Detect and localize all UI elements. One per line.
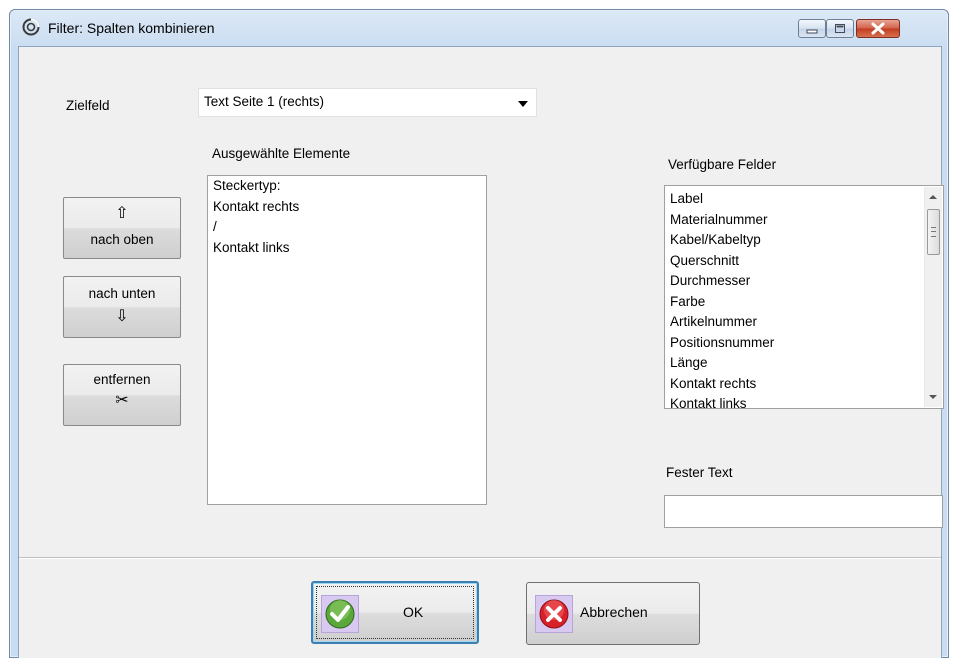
selected-elements-header: Ausgewählte Elemente [212,146,351,161]
target-field-value: Text Seite 1 (rechts) [204,94,325,109]
cancel-label: Abbrechen [580,604,648,620]
maximize-button[interactable] [826,19,854,38]
available-fields-scrollbar[interactable] [924,187,942,407]
list-item[interactable]: Kontakt rechts [665,374,943,395]
available-fields-list[interactable]: Label Materialnummer Kabel/Kabeltyp Quer… [664,185,944,409]
close-button[interactable] [856,19,900,38]
target-field-dropdown[interactable]: Text Seite 1 (rechts) [198,88,537,117]
list-item[interactable]: Länge [665,353,943,374]
list-item[interactable]: Artikelnummer [665,312,943,333]
close-icon [871,22,885,35]
scissors-icon: ✂ [115,392,129,409]
fixed-text-input[interactable] [664,495,943,528]
fixed-text-label: Fester Text [666,465,733,480]
cancel-icon-box [535,595,573,633]
list-item[interactable]: / [208,217,486,238]
list-item[interactable]: Materialnummer [665,210,943,231]
ok-icon-box [321,595,359,633]
cancel-button[interactable]: Abbrechen [526,582,700,645]
ok-button[interactable]: OK [311,581,479,644]
arrow-up-icon: ⇧ [115,205,129,222]
list-item[interactable]: Kontakt rechts [208,197,486,218]
cancel-x-icon [539,599,569,629]
maximize-icon [835,24,845,33]
window-title: Filter: Spalten kombinieren [48,20,215,36]
arrow-down-icon: ⇩ [115,308,129,325]
scroll-up-icon[interactable] [929,195,937,199]
dialog-client-area: Zielfeld Text Seite 1 (rechts) Ausgewähl… [18,46,944,658]
list-item[interactable]: Positionsnummer [665,333,943,354]
list-item[interactable]: Querschnitt [665,251,943,272]
list-item[interactable]: Steckertyp: [208,176,486,197]
remove-label: entfernen [93,372,151,387]
footer-separator [19,557,941,559]
app-icon [22,18,40,36]
target-field-label: Zielfeld [66,98,110,113]
list-item[interactable]: Kabel/Kabeltyp [665,230,943,251]
list-item[interactable]: Kontakt links [208,238,486,259]
chevron-down-icon[interactable] [518,101,528,107]
move-up-button[interactable]: ⇧ nach oben [63,197,181,259]
available-fields-header: Verfügbare Felder [668,157,777,172]
move-up-label: nach oben [90,232,154,247]
list-item[interactable]: Label [665,189,943,210]
scroll-down-icon[interactable] [929,395,937,399]
remove-button[interactable]: entfernen ✂ [63,364,181,426]
minimize-icon [806,29,818,34]
list-item[interactable]: Kontakt links [665,394,943,408]
scrollbar-thumb[interactable] [927,209,940,255]
minimize-button[interactable] [798,19,826,38]
move-down-button[interactable]: nach unten ⇩ [63,276,181,338]
grip-icon [931,227,936,237]
move-down-label: nach unten [88,286,156,301]
ok-label: OK [403,604,424,620]
list-item[interactable]: Farbe [665,292,943,313]
selected-elements-list[interactable]: Steckertyp: Kontakt rechts / Kontakt lin… [207,175,487,505]
dialog-window: Filter: Spalten kombinieren Zielfeld Tex… [9,9,949,658]
list-item[interactable]: Durchmesser [665,271,943,292]
checkmark-icon [325,599,355,629]
title-bar[interactable]: Filter: Spalten kombinieren [10,10,948,46]
